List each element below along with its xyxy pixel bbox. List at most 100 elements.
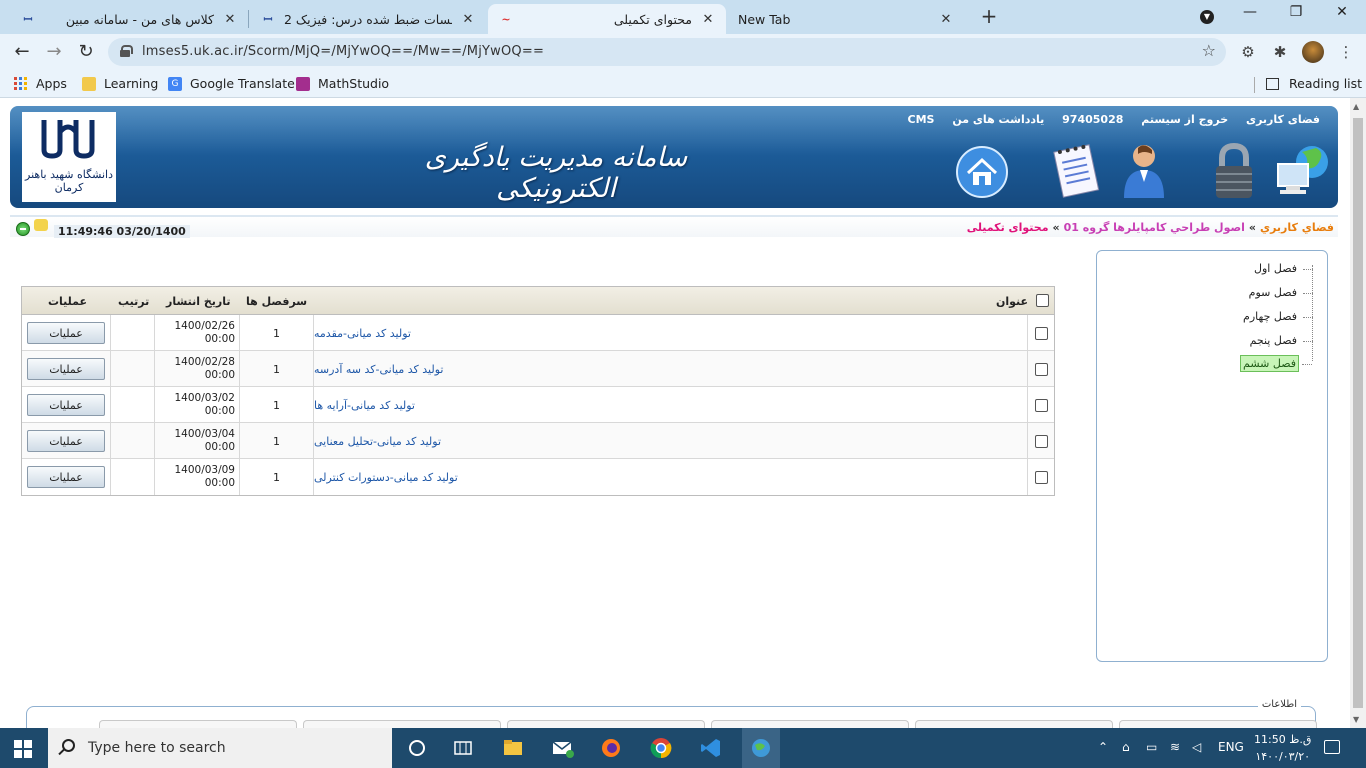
bookmark-apps[interactable]: Apps: [14, 76, 67, 91]
cms-link[interactable]: CMS: [908, 113, 935, 126]
operations-button[interactable]: عملیات: [27, 394, 105, 416]
extensions-puzzle-icon[interactable]: ✱: [1270, 43, 1290, 63]
chrome-icon[interactable]: [650, 737, 672, 759]
content-title-link[interactable]: تولید کد میانی-دستورات کنترلی: [313, 459, 1027, 495]
row-checkbox[interactable]: [1035, 434, 1048, 448]
close-tab-icon[interactable]: ✕: [938, 12, 954, 27]
my-notes-link[interactable]: یادداشت های من: [952, 113, 1044, 126]
close-tab-icon[interactable]: ✕: [700, 12, 716, 27]
windows-start-icon[interactable]: [14, 740, 32, 758]
new-tab-button[interactable]: +: [978, 6, 1000, 28]
col-header-title[interactable]: عنوان: [996, 295, 1028, 308]
user-profile-icon[interactable]: [1116, 140, 1172, 202]
lock-icon[interactable]: [120, 45, 133, 57]
browser-tab-new[interactable]: New Tab ✕: [728, 4, 964, 34]
operations-button[interactable]: عملیات: [27, 466, 105, 488]
table-header: عنوان سرفصل ها تاریخ انتشار ترتیب عملیات: [22, 287, 1054, 315]
minimize-button[interactable]: —: [1238, 4, 1262, 20]
earth-app-icon[interactable]: [750, 737, 772, 759]
back-button[interactable]: ←: [10, 40, 34, 64]
browser-tab-2[interactable]: ꟷ جلسات ضبط شده درس: فیزیک 2 - ✕: [250, 4, 486, 34]
breadcrumb-home[interactable]: فضاي كاربري: [1260, 221, 1334, 234]
content-title-link[interactable]: تولید کد میانی-آرایه ها: [313, 387, 1027, 423]
battery-icon[interactable]: ▭: [1146, 740, 1157, 754]
bookmark-label: Apps: [36, 76, 67, 91]
cortana-icon[interactable]: [406, 737, 428, 759]
volume-icon[interactable]: ◁: [1192, 740, 1201, 754]
content-title-link[interactable]: تولید کد میانی-کد سه آدرسه: [313, 351, 1027, 387]
col-header-publish-date[interactable]: تاریخ انتشار: [166, 295, 231, 308]
info-tab[interactable]: [711, 720, 909, 728]
reading-list-button[interactable]: Reading list: [1266, 76, 1362, 91]
padlock-icon[interactable]: [1206, 140, 1262, 202]
info-tab[interactable]: [1119, 720, 1317, 728]
notepad-icon[interactable]: [1050, 140, 1106, 202]
close-tab-icon[interactable]: ✕: [460, 12, 476, 27]
tree-item-chapter-1[interactable]: فصل اول: [1252, 261, 1313, 276]
show-hidden-icons[interactable]: ⌃: [1098, 740, 1108, 754]
university-logo[interactable]: دانشگاه شهید باهنر کرمان: [22, 112, 116, 202]
select-all-checkbox[interactable]: [1036, 294, 1049, 307]
bookmark-learning[interactable]: Learning: [82, 76, 158, 91]
notification-center-icon[interactable]: [1324, 740, 1340, 754]
scroll-up-arrow[interactable]: ▲: [1353, 102, 1359, 111]
logout-link[interactable]: خروج از سیستم: [1141, 113, 1228, 126]
vscode-icon[interactable]: [700, 737, 722, 759]
tree-item-chapter-5[interactable]: فصل پنجم: [1248, 333, 1314, 348]
publish-time: 00:00: [204, 441, 235, 453]
info-tab[interactable]: [99, 720, 297, 728]
close-tab-icon[interactable]: ✕: [222, 12, 238, 27]
language-indicator[interactable]: ENG: [1218, 740, 1244, 754]
row-checkbox[interactable]: [1035, 398, 1048, 412]
network-status-icon[interactable]: ⌂: [1122, 740, 1130, 754]
tab-search-icon[interactable]: ▼: [1200, 10, 1214, 24]
home-icon[interactable]: [954, 144, 1010, 200]
browser-tab-active[interactable]: ~ محتوای تکمیلی ✕: [488, 4, 726, 34]
file-explorer-icon[interactable]: [502, 737, 524, 759]
url-bar[interactable]: lmses5.uk.ac.ir/Scorm/MjQ=/MjYwOQ==/Mw==…: [108, 38, 1226, 66]
row-checkbox[interactable]: [1035, 362, 1048, 376]
profile-avatar[interactable]: [1302, 41, 1324, 63]
row-checkbox[interactable]: [1035, 470, 1048, 484]
info-tab[interactable]: [507, 720, 705, 728]
page-scrollbar[interactable]: ▲ ▼: [1350, 98, 1366, 728]
content-title-link[interactable]: تولید کد میانی-مقدمه: [313, 315, 1027, 351]
url-text[interactable]: lmses5.uk.ac.ir/Scorm/MjQ=/MjYwOQ==/Mw==…: [142, 44, 544, 59]
tree-item-chapter-4[interactable]: فصل چهارم: [1241, 309, 1313, 324]
bookmark-google-translate[interactable]: G Google Translate: [168, 76, 295, 91]
wifi-icon[interactable]: ≋: [1170, 740, 1180, 754]
col-header-order[interactable]: ترتیب: [118, 295, 149, 308]
taskbar-search-box[interactable]: Type here to search: [48, 728, 392, 768]
tree-item-chapter-6-selected[interactable]: فصل ششم: [1240, 355, 1312, 372]
info-tab[interactable]: [303, 720, 501, 728]
network-globe-icon[interactable]: [1272, 140, 1336, 202]
publish-date: 1400/02/28: [174, 356, 235, 368]
reload-button[interactable]: ↻: [74, 40, 98, 64]
bookmark-star-icon[interactable]: ☆: [1202, 41, 1216, 60]
restore-button[interactable]: ❐: [1284, 4, 1308, 20]
extension-icon[interactable]: ⚙: [1238, 43, 1258, 63]
operations-button[interactable]: عملیات: [27, 430, 105, 452]
operations-button[interactable]: عملیات: [27, 322, 105, 344]
content-title-link[interactable]: تولید کد میانی-تحلیل معنایی: [313, 423, 1027, 459]
breadcrumb-course[interactable]: اصول طراحي كامپايلرها گروه 01: [1064, 221, 1245, 234]
operations-button[interactable]: عملیات: [27, 358, 105, 380]
row-checkbox[interactable]: [1035, 326, 1048, 340]
mail-icon[interactable]: [552, 737, 574, 759]
taskbar-clock[interactable]: 11:50 ق.ظ ۱۴۰۰/۰۳/۲۰: [1254, 731, 1311, 765]
tree-item-chapter-3[interactable]: فصل سوم: [1247, 285, 1314, 300]
refresh-status-icon[interactable]: [16, 222, 30, 236]
close-window-button[interactable]: ✕: [1330, 4, 1354, 20]
bookmark-mathstudio[interactable]: MathStudio: [296, 76, 389, 91]
scrollbar-thumb[interactable]: [1353, 118, 1363, 708]
col-header-topics[interactable]: سرفصل ها: [246, 295, 307, 308]
info-tab[interactable]: [915, 720, 1113, 728]
browser-tab-1[interactable]: ꟷ کلاس های من - سامانه مبین ✕: [10, 4, 248, 34]
user-space-link[interactable]: فضای کاربری: [1246, 113, 1320, 126]
firefox-icon[interactable]: [600, 737, 622, 759]
forward-button[interactable]: →: [42, 40, 66, 64]
publish-date: 1400/03/04: [174, 428, 235, 440]
task-view-icon[interactable]: [452, 737, 474, 759]
scroll-down-arrow[interactable]: ▼: [1353, 715, 1359, 724]
browser-menu-icon[interactable]: ⋮: [1336, 43, 1356, 63]
